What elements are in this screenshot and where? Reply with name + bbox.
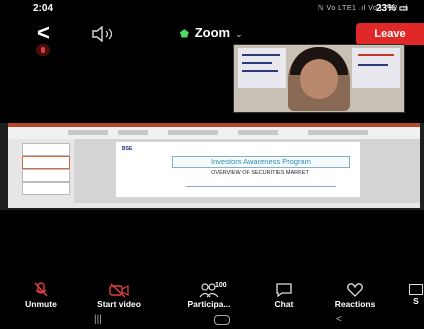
slide-thumbnail [22,156,70,169]
slide-thumbnails-panel [8,139,74,203]
bse-logo: BSE [122,146,133,152]
chevron-down-icon: ⌄ [235,29,243,39]
slide: BSE Investors Awareness Program OVERVIEW… [116,142,360,197]
back-arrow-icon[interactable]: < [37,22,50,44]
participants-count: 100 [215,282,227,289]
participants-label: Participa... [187,299,231,309]
recent-apps-icon[interactable]: ||| [94,314,102,325]
start-video-label: Start video [97,299,141,309]
shield-icon: ⬟ [180,29,189,40]
status-time: 2:04 [33,3,54,14]
meeting-title[interactable]: ⬟ Zoom ⌄ [180,25,243,40]
start-video-button[interactable]: Start video [84,282,154,309]
ppt-toolbar [8,127,420,139]
slide-divider [186,186,336,187]
chat-icon [276,283,292,298]
app-title: Zoom [194,25,231,40]
speaker-icon[interactable] [91,26,117,42]
unmute-button[interactable]: Unmute [16,282,66,309]
nav-back-icon[interactable]: < [336,314,342,325]
participant-face [300,59,338,99]
background-poster-right [352,48,400,88]
status-bar: 2:04 ℕ Vo LTE1 .ıl Vo LTE2 .ıl 23% ▭ [0,0,424,18]
participants-button[interactable]: 100 Participa... [177,282,241,309]
share-label: S [413,296,419,306]
chat-button[interactable]: Chat [266,282,302,309]
share-button[interactable]: S [408,282,424,306]
participants-icon: 100 [189,282,229,298]
microphone-muted-icon [36,44,50,56]
slide-thumbnail [22,143,70,156]
leave-button[interactable]: Leave [356,23,424,45]
home-icon[interactable] [214,315,230,325]
shared-screen[interactable]: BSE Investors Awareness Program OVERVIEW… [0,123,424,210]
slide-thumbnail [22,169,70,182]
unmute-label: Unmute [25,299,57,309]
system-nav-bar: ||| < [0,313,424,329]
chat-label: Chat [274,299,294,309]
microphone-muted-icon [34,282,48,297]
heart-icon [347,283,363,297]
battery-level: 23% ▭ [376,3,409,14]
meeting-toolbar: Unmute Start video 100 Participa... Chat… [0,282,424,313]
slide-thumbnail [22,182,70,195]
slide-subtitle: OVERVIEW OF SECURITIES MARKET [211,170,309,176]
video-off-icon [109,283,129,298]
background-poster-left [238,48,286,88]
share-screen-icon [409,284,423,295]
reactions-label: Reactions [334,299,376,309]
slide-title: Investors Awareness Program [172,156,350,168]
ppt-status-bar [8,203,420,208]
reactions-button[interactable]: Reactions [328,282,382,309]
participant-video[interactable] [233,44,405,113]
